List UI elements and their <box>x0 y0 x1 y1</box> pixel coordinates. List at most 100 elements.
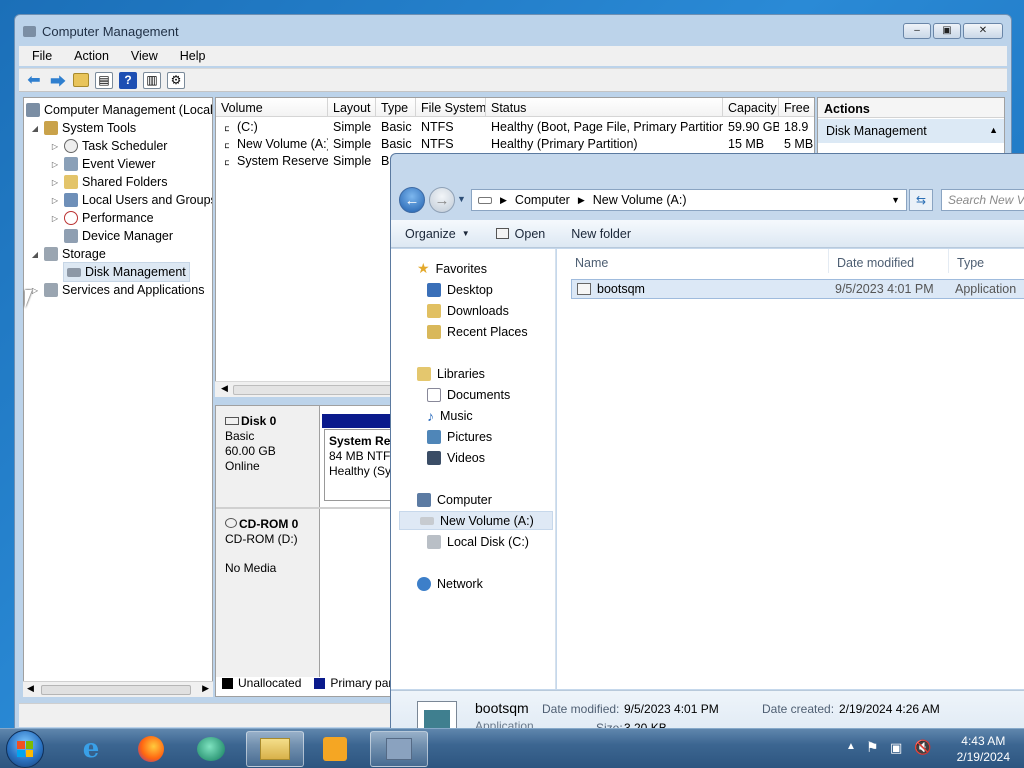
taskbar-computer-management[interactable] <box>370 731 428 767</box>
volume-muted-icon[interactable]: 🔇 <box>914 739 931 756</box>
column-header-layout[interactable]: Layout <box>328 98 376 117</box>
tree-item-event-viewer[interactable]: ▷ Event Viewer <box>50 155 155 173</box>
nav-computer[interactable]: Computer <box>417 490 492 509</box>
collapse-icon[interactable]: ◢ <box>30 124 40 133</box>
nav-videos[interactable]: Videos <box>427 448 485 467</box>
open-button[interactable]: Open <box>482 227 558 241</box>
refresh-icon[interactable]: ⇆ <box>909 189 933 211</box>
file-row-bootsqm[interactable]: bootsqm 9/5/2023 4:01 PM Application <box>571 279 1024 299</box>
nav-favorites[interactable]: ★ Favorites <box>417 259 487 278</box>
column-header-type[interactable]: Type <box>949 249 1024 273</box>
column-header-volume[interactable]: Volume <box>216 98 328 117</box>
organize-button[interactable]: Organize ▼ <box>391 227 482 241</box>
column-header-file-system[interactable]: File System <box>416 98 486 117</box>
column-header-free[interactable]: Free <box>779 98 814 117</box>
cell-status: Healthy (Primary Partition) <box>491 137 638 151</box>
breadcrumb-separator-icon[interactable]: ▶ <box>578 195 585 206</box>
tree-item-root[interactable]: Computer Management (Local <box>26 101 212 119</box>
close-button[interactable]: ✕ <box>963 23 1003 39</box>
tree-item-task-scheduler[interactable]: ▷ Task Scheduler <box>50 137 167 155</box>
expand-icon[interactable]: ▷ <box>50 160 60 169</box>
taskbar-windows-explorer[interactable] <box>246 731 304 767</box>
nav-libraries[interactable]: Libraries <box>417 364 485 383</box>
collapse-up-icon[interactable]: ▲ <box>989 125 998 135</box>
search-input[interactable]: Search New Vo <box>941 189 1024 211</box>
taskbar-firefox[interactable] <box>122 731 180 767</box>
expand-icon[interactable]: ▷ <box>50 196 60 205</box>
network-icon[interactable]: ▣ <box>890 740 902 756</box>
tree-item-performance[interactable]: ▷ Performance <box>50 209 154 227</box>
expand-icon[interactable]: ▷ <box>50 178 60 187</box>
scroll-right-icon[interactable]: ▶ <box>202 683 209 694</box>
tree-item-services-applications[interactable]: ▷ Services and Applications <box>30 281 204 299</box>
expand-icon[interactable]: ▷ <box>50 214 60 223</box>
disk-0-info[interactable]: Disk 0 Basic 60.00 GB Online <box>216 406 320 507</box>
address-bar[interactable]: ▶ Computer ▶ New Volume (A:) ▼ <box>471 189 907 211</box>
menu-action[interactable]: Action <box>61 46 118 66</box>
nav-pictures[interactable]: Pictures <box>427 427 492 446</box>
start-button[interactable] <box>6 730 44 768</box>
new-folder-button[interactable]: New folder <box>557 227 643 241</box>
forward-arrow-icon[interactable]: ⮕ <box>49 72 67 91</box>
show-hide-tree-icon[interactable]: ▤ <box>95 71 113 89</box>
minimize-button[interactable]: – <box>903 23 931 39</box>
nav-label: Favorites <box>435 261 487 276</box>
forward-button[interactable]: → <box>429 187 455 213</box>
collapse-icon[interactable]: ◢ <box>30 250 40 259</box>
actions-section-disk-management[interactable]: Disk Management ▲ <box>818 119 1004 143</box>
back-button[interactable]: ← <box>399 187 425 213</box>
up-folder-icon[interactable] <box>73 73 89 87</box>
nav-local-disk[interactable]: Local Disk (C:) <box>427 532 529 551</box>
nav-downloads[interactable]: Downloads <box>427 301 509 320</box>
nav-documents[interactable]: Documents <box>427 385 510 404</box>
tree-item-shared-folders[interactable]: ▷ Shared Folders <box>50 173 167 191</box>
properties-icon[interactable]: ⚙ <box>167 71 185 89</box>
action-center-flag-icon[interactable]: ⚑ <box>866 739 879 756</box>
drive-icon <box>420 516 434 525</box>
nav-desktop[interactable]: Desktop <box>427 280 493 299</box>
tree-item-system-tools[interactable]: ◢ System Tools <box>30 119 136 137</box>
help-icon[interactable]: ? <box>119 71 137 89</box>
breadcrumb-computer[interactable]: Computer <box>515 193 570 207</box>
taskbar-app-green[interactable] <box>182 731 240 767</box>
scroll-left-icon[interactable]: ◀ <box>27 683 34 694</box>
maximize-button[interactable]: ▣ <box>933 23 961 39</box>
expand-icon[interactable]: ▷ <box>50 142 60 151</box>
taskbar-internet-explorer[interactable]: e <box>62 731 120 767</box>
cdrom-0-info[interactable]: CD-ROM 0 CD-ROM (D:) No Media <box>216 509 320 607</box>
recent-places-icon <box>427 324 441 339</box>
nav-network[interactable]: Network <box>417 574 483 593</box>
cell-capacity: 59.90 GB <box>728 120 779 134</box>
clock[interactable]: 4:43 AM 2/19/2024 <box>957 733 1010 765</box>
column-header-status[interactable]: Status <box>486 98 723 117</box>
column-header-capacity[interactable]: Capacity <box>723 98 779 117</box>
show-hide-action-pane-icon[interactable]: ▥ <box>143 71 161 89</box>
tree-item-local-users[interactable]: ▷ Local Users and Groups <box>50 191 212 209</box>
nav-recent-places[interactable]: Recent Places <box>427 322 528 341</box>
nav-new-volume[interactable]: New Volume (A:) <box>399 511 553 530</box>
show-hidden-icons[interactable]: ▲ <box>846 741 856 752</box>
scroll-thumb[interactable] <box>41 685 191 695</box>
address-dropdown-icon[interactable]: ▼ <box>891 195 900 205</box>
column-header-date-modified[interactable]: Date modified <box>829 249 949 273</box>
taskbar-media-player[interactable] <box>306 731 364 767</box>
menu-view[interactable]: View <box>118 46 167 66</box>
title-bar[interactable]: Computer Management <box>23 24 179 39</box>
tree-horizontal-scrollbar[interactable]: ◀ ▶ <box>23 681 213 697</box>
recent-pages-icon[interactable]: ▼ <box>457 194 466 204</box>
disk-size: 60.00 GB <box>225 444 276 458</box>
column-header-name[interactable]: Name <box>567 249 829 273</box>
menu-file[interactable]: File <box>19 46 61 66</box>
menu-help[interactable]: Help <box>167 46 215 66</box>
scroll-left-icon[interactable]: ◀ <box>221 383 228 394</box>
column-header-type[interactable]: Type <box>376 98 416 117</box>
tree-item-storage[interactable]: ◢ Storage <box>30 245 106 263</box>
nav-label: Libraries <box>437 366 485 381</box>
back-arrow-icon[interactable]: ⬅ <box>25 72 43 89</box>
breadcrumb-separator-icon[interactable]: ▶ <box>500 195 507 206</box>
details-modified: 9/5/2023 4:01 PM <box>624 702 719 716</box>
tree-item-disk-management[interactable]: Disk Management <box>63 262 190 282</box>
breadcrumb-new-volume[interactable]: New Volume (A:) <box>593 193 687 207</box>
tree-item-device-manager[interactable]: Device Manager <box>64 227 173 245</box>
nav-music[interactable]: ♪ Music <box>427 406 473 425</box>
